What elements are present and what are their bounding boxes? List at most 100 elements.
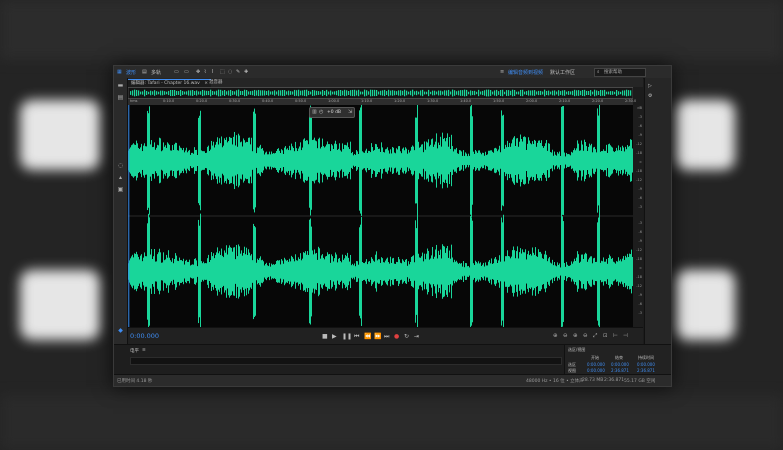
waveform-sample-bar: [583, 150, 584, 171]
waveform-sample-bar: [407, 265, 408, 278]
workspace-waveform-button[interactable]: 波形: [126, 69, 136, 76]
help-search-input[interactable]: 搜索帮助: [604, 69, 622, 75]
hud-gain-control[interactable]: ▥ ◴ +0 dB ⇲: [309, 107, 355, 118]
skip-start-icon[interactable]: ⏮: [354, 333, 359, 341]
waveform-sample-bar: [614, 152, 615, 169]
toolbar-marquee-icon[interactable]: ⬚: [220, 69, 225, 75]
waveform-sample-bar: [625, 146, 626, 175]
waveform-sample-bar: [486, 265, 487, 278]
toolbar-pitch-icon[interactable]: ▭: [184, 69, 189, 75]
zoom-in-amplitude-icon[interactable]: ⊕: [553, 333, 558, 339]
waveform-sample-bar: [519, 252, 520, 291]
waveform-sample-bar: [373, 260, 374, 283]
waveform-sample-bar: [382, 258, 383, 285]
toolbar-lasso-icon[interactable]: ◌: [228, 69, 232, 75]
waveform-sample-bar: [272, 153, 273, 168]
waveform-sample-bar: [284, 147, 285, 174]
stop-icon[interactable]: ■: [322, 333, 328, 340]
overview-navigator[interactable]: [127, 87, 634, 99]
toolbar-razor-icon[interactable]: ⌇: [204, 69, 206, 75]
overview-sample-bar: [144, 89, 146, 97]
waveform-sample-bar: [306, 254, 307, 289]
zoom-selection-icon[interactable]: ⊡: [603, 333, 608, 339]
view-start[interactable]: 0:00.000: [587, 368, 605, 373]
waveform-sample-bar: [475, 149, 476, 172]
selected-panel-icon[interactable]: ◆: [117, 328, 124, 334]
markers-panel-icon[interactable]: ▴: [117, 175, 124, 181]
waveform-sample-bar: [445, 252, 446, 291]
rewind-icon[interactable]: ⏪: [364, 333, 371, 340]
waveform-sample-bar: [266, 262, 267, 281]
waveform-mode-icon[interactable]: ▦: [117, 69, 122, 75]
workspace-switcher-icon[interactable]: ≡: [500, 69, 504, 75]
waveform-display[interactable]: ▥ ◴ +0 dB ⇲: [128, 102, 633, 330]
history-panel-icon[interactable]: ▣: [117, 187, 124, 193]
toolbar-brush-icon[interactable]: ✎: [236, 69, 240, 75]
workspace-multitrack-button[interactable]: 多轨: [151, 69, 161, 76]
workspace-preset-default[interactable]: 默认工作区: [550, 69, 575, 76]
waveform-sample-bar: [183, 147, 184, 174]
tab-editor-label: 编辑器: Tafari - Chapter 16.wav: [131, 81, 200, 86]
effects-panel-icon[interactable]: ▤: [117, 95, 124, 101]
skip-selection-icon[interactable]: ⇥: [414, 333, 419, 340]
waveform-sample-bar: [577, 251, 578, 292]
multitrack-icon[interactable]: ▤: [142, 69, 147, 75]
overview-sample-bar: [356, 90, 358, 96]
panel-menu-icon[interactable]: ≡: [142, 348, 146, 353]
pause-icon[interactable]: ❚❚: [342, 333, 352, 340]
skip-end-icon[interactable]: ⏭: [384, 333, 389, 341]
zoom-panel-icon[interactable]: ◌: [117, 163, 124, 169]
overview-sample-bar: [294, 89, 296, 97]
zoom-in-time-icon[interactable]: ⊕: [573, 333, 578, 339]
fast-forward-icon[interactable]: ⏩: [374, 333, 381, 340]
waveform-sample-bar: [482, 264, 483, 279]
zoom-in-point-icon[interactable]: ⊢: [613, 333, 618, 339]
waveform-sample-bar: [543, 147, 544, 174]
waveform-sample-bar: [336, 144, 337, 177]
waveform-sample-bar: [507, 250, 508, 293]
view-duration[interactable]: 2:36.871: [637, 368, 655, 373]
waveform-sample-bar: [444, 246, 445, 297]
waveform-sample-bar: [236, 244, 237, 299]
record-icon[interactable]: ●: [394, 333, 399, 340]
waveform-sample-bar: [393, 147, 394, 174]
waveform-sample-bar: [158, 145, 159, 176]
waveform-sample-bar: [190, 154, 191, 167]
waveform-sample-bar: [292, 146, 293, 175]
files-panel-icon[interactable]: ▬: [117, 83, 124, 89]
waveform-sample-bar: [214, 258, 215, 285]
waveform-sample-bar: [445, 141, 446, 180]
toolbar-time-selection-icon[interactable]: I: [212, 69, 213, 75]
play-icon[interactable]: ▶: [332, 333, 337, 340]
toolbar-spot-heal-icon[interactable]: ✚: [244, 69, 248, 75]
zoom-full-icon[interactable]: ⤢: [593, 333, 597, 340]
waveform-sample-bar: [474, 153, 475, 168]
selection-duration[interactable]: 0:00.000: [637, 362, 655, 367]
waveform-sample-bar: [460, 150, 461, 171]
selection-start[interactable]: 0:00.000: [587, 362, 605, 367]
view-end[interactable]: 2:36.871: [611, 368, 629, 373]
zoom-out-point-icon[interactable]: ⊣: [623, 333, 628, 339]
selection-end[interactable]: 0:00.000: [611, 362, 629, 367]
waveform-sample-bar: [268, 154, 269, 167]
waveform-sample-bar: [333, 149, 334, 172]
gain-value[interactable]: +0 dB: [327, 110, 341, 115]
volume-knob-icon[interactable]: ◴: [319, 109, 323, 115]
zoom-out-amplitude-icon[interactable]: ⊖: [563, 333, 568, 339]
toolbar-move-icon[interactable]: ✥: [196, 69, 200, 75]
pin-icon[interactable]: ⇲: [348, 109, 352, 115]
waveform-sample-bar: [364, 152, 365, 169]
current-time[interactable]: 0:00.000: [130, 332, 159, 340]
loop-icon[interactable]: ↻: [404, 333, 409, 340]
waveform-sample-bar: [491, 150, 492, 171]
workspace-preset-audio-video[interactable]: 编辑音频到视频: [508, 69, 543, 76]
help-search-box[interactable]: ⌕ 搜索帮助: [594, 68, 646, 77]
zoom-out-time-icon[interactable]: ⊖: [583, 333, 588, 339]
settings-icon[interactable]: ⚙: [648, 93, 652, 99]
db-scale: dB -3 -6 -9 -12 -18 ∞ -18 -12 -9 -6 -3 -3 -6 -9 -12 -18 ∞…: [633, 105, 643, 327]
waveform-sample-bar: [276, 151, 277, 170]
tab-mixer[interactable]: 混音器: [206, 79, 226, 87]
panel-toggle-icon[interactable]: ▷: [648, 83, 652, 89]
toolbar-spectral-icon[interactable]: ▭: [174, 69, 179, 75]
waveform-sample-bar: [481, 265, 482, 278]
